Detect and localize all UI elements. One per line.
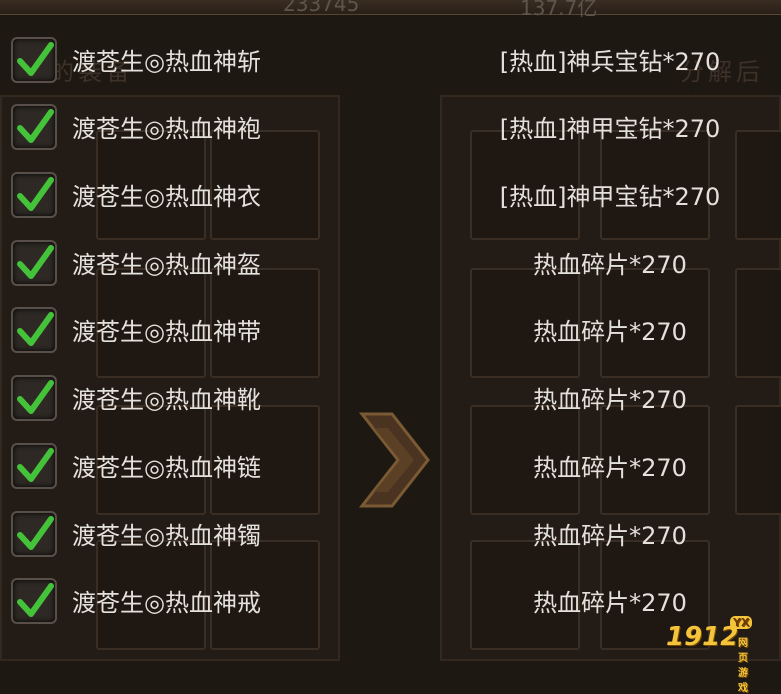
- decompose-row[interactable]: 渡苍生◎热血神带 热血碎片*270: [0, 304, 781, 372]
- decompose-result: [热血]神兵宝钻*270: [499, 48, 721, 76]
- checkmark-icon: [17, 245, 54, 279]
- select-checkbox[interactable]: [11, 307, 57, 353]
- decompose-result: 热血碎片*270: [533, 454, 687, 482]
- equipment-name: 渡苍生◎热血神带: [72, 318, 261, 346]
- decompose-result: 热血碎片*270: [533, 251, 687, 279]
- watermark-subtext: 网页游戏: [738, 638, 748, 694]
- decompose-row[interactable]: 渡苍生◎热血神衣 [热血]神甲宝钻*270: [0, 169, 781, 237]
- site-watermark-logo: 1912 YX 网页游戏: [666, 616, 753, 694]
- equipment-name: 渡苍生◎热血神盔: [72, 251, 261, 279]
- equipment-name: 渡苍生◎热血神链: [72, 454, 261, 482]
- select-checkbox[interactable]: [11, 240, 57, 286]
- select-checkbox[interactable]: [11, 443, 57, 489]
- equipment-name: 渡苍生◎热血神斩: [72, 48, 261, 76]
- checkmark-icon: [17, 109, 54, 143]
- decompose-row[interactable]: 渡苍生◎热血神盔 热血碎片*270: [0, 237, 781, 305]
- currency-amount-left: 233745: [283, 0, 360, 16]
- equipment-name: 渡苍生◎热血神镯: [72, 522, 261, 550]
- decompose-row[interactable]: 渡苍生◎热血神戒 热血碎片*270: [0, 575, 781, 643]
- checkmark-icon: [17, 312, 54, 346]
- decompose-row[interactable]: 渡苍生◎热血神斩 [热血]神兵宝钻*270: [0, 34, 781, 102]
- watermark-badge: YX: [730, 616, 753, 629]
- decompose-result: 热血碎片*270: [533, 522, 687, 550]
- decompose-row[interactable]: 渡苍生◎热血神靴 热血碎片*270: [0, 372, 781, 440]
- equipment-name: 渡苍生◎热血神袍: [72, 115, 261, 143]
- select-checkbox[interactable]: [11, 172, 57, 218]
- watermark-text: 1912: [666, 622, 739, 652]
- select-checkbox[interactable]: [11, 511, 57, 557]
- select-checkbox[interactable]: [11, 375, 57, 421]
- decompose-result: [热血]神甲宝钻*270: [499, 183, 721, 211]
- equipment-name: 渡苍生◎热血神衣: [72, 183, 261, 211]
- checkmark-icon: [17, 516, 54, 550]
- checkmark-icon: [17, 380, 54, 414]
- checkmark-icon: [17, 42, 54, 76]
- decompose-row[interactable]: 渡苍生◎热血神镯 热血碎片*270: [0, 508, 781, 576]
- select-checkbox[interactable]: [11, 37, 57, 83]
- decompose-result: 热血碎片*270: [533, 318, 687, 346]
- decompose-result: 热血碎片*270: [533, 386, 687, 414]
- checkmark-icon: [17, 448, 54, 482]
- decompose-result: [热血]神甲宝钻*270: [499, 115, 721, 143]
- equipment-name: 渡苍生◎热血神戒: [72, 589, 261, 617]
- select-checkbox[interactable]: [11, 578, 57, 624]
- decompose-result: 热血碎片*270: [533, 589, 687, 617]
- equipment-name: 渡苍生◎热血神靴: [72, 386, 261, 414]
- decompose-row[interactable]: 渡苍生◎热血神链 热血碎片*270: [0, 440, 781, 508]
- select-checkbox[interactable]: [11, 104, 57, 150]
- checkmark-icon: [17, 177, 54, 211]
- currency-amount-right: 137.7亿: [520, 0, 598, 20]
- top-currency-bar: 233745 137.7亿: [0, 0, 781, 20]
- checkmark-icon: [17, 583, 54, 617]
- decompose-row[interactable]: 渡苍生◎热血神袍 [热血]神甲宝钻*270: [0, 101, 781, 169]
